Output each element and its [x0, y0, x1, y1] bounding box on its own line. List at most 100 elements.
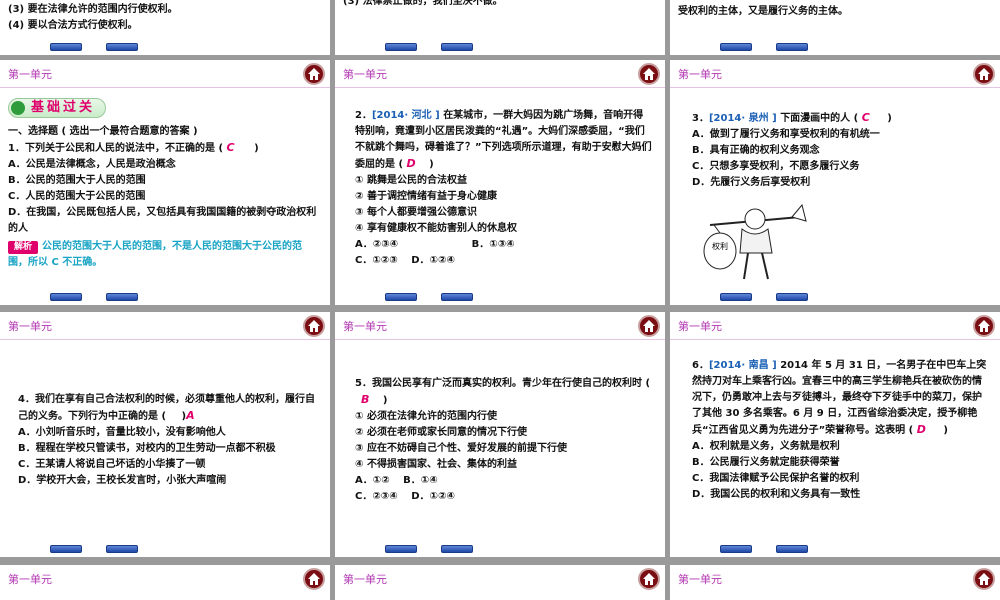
option-d: D．先履行义务后享受权利	[692, 177, 811, 188]
option-c: C．人民的范围大于公民的范围	[8, 191, 146, 202]
prev-button[interactable]	[385, 545, 417, 553]
slide-bottom-left: 第一单元	[0, 565, 330, 600]
unit-label: 第一单元	[343, 573, 387, 586]
option-a: A．权利就是义务，义务就是权利	[692, 441, 840, 452]
explanation-text: 公民的范围大于人民的范围，不是人民的范围大于公民的范围，所以 C 不正确。	[8, 241, 303, 268]
prev-button[interactable]	[50, 43, 82, 51]
divider	[670, 339, 1000, 340]
option-a: A．公民是法律概念，人民是政治概念	[8, 159, 176, 170]
next-button[interactable]	[106, 293, 138, 301]
home-icon	[978, 320, 990, 332]
next-button[interactable]	[776, 43, 808, 51]
slide-nav	[385, 545, 473, 553]
divider	[670, 87, 1000, 88]
unit-label: 第一单元	[343, 68, 387, 81]
slide-nav	[50, 293, 138, 301]
home-icon	[643, 320, 655, 332]
prev-button[interactable]	[720, 545, 752, 553]
home-icon	[978, 68, 990, 80]
question-source: [2014· 泉州 ]	[708, 113, 777, 124]
slide-q3: 第一单元 3．[2014· 泉州 ] 下面漫画中的人 ( C ) A．做到了履行…	[670, 60, 1000, 305]
choices-row-2: C．②③④ D．①②④	[355, 489, 653, 505]
option-b: B．公民履行义务就定能获得荣誉	[692, 457, 840, 468]
option-c: C．王某请人将说自己坏话的小华揍了一顿	[18, 459, 206, 470]
prev-button[interactable]	[50, 545, 82, 553]
home-icon	[308, 573, 320, 585]
badge-label: 基础过关	[31, 100, 96, 115]
slide-bottom-right: 第一单元	[670, 565, 1000, 600]
bag-label: 权利	[712, 241, 728, 251]
next-button[interactable]	[441, 293, 473, 301]
divider	[0, 339, 330, 340]
question-6: 6．[2014· 南昌 ] 2014 年 5 月 31 日，一名男子在中巴车上突…	[692, 358, 988, 439]
home-button[interactable]	[973, 568, 995, 590]
home-button[interactable]	[638, 568, 660, 590]
choices-row-1: A．②③④ B．①③④	[355, 237, 653, 253]
divider	[335, 87, 665, 88]
choice-c: C．①②③	[355, 255, 398, 266]
next-button[interactable]	[106, 545, 138, 553]
statement-3: ③ 每个人都要增强公德意识	[355, 207, 477, 218]
unit-label: 第一单元	[678, 320, 722, 333]
option-d: D．学校开大会，王校长发言时，小张大声喧闹	[18, 475, 227, 486]
cartoon-image: 权利	[703, 203, 807, 280]
home-button[interactable]	[638, 315, 660, 337]
answer: C	[226, 141, 235, 154]
slide-q1: 第一单元 基础过关 一、选择题 ( 选出一个最符合题意的答案 ) 1．下列关于公…	[0, 60, 330, 305]
slide-nav	[50, 43, 138, 51]
option-a: A．做到了履行义务和享受权利的有机统一	[692, 129, 880, 140]
unit-label: 第一单元	[678, 68, 722, 81]
answer: D	[406, 157, 416, 170]
top-right-line-1: 受权利的主体，又是履行义务的主体。	[678, 6, 848, 17]
unit-label: 第一单元	[8, 573, 52, 586]
option-b: B．程程在学校只管读书，对校内的卫生劳动一点都不积极	[18, 443, 276, 454]
home-button[interactable]	[303, 568, 325, 590]
prev-button[interactable]	[385, 293, 417, 301]
choice-b: B．①④	[403, 475, 438, 486]
next-button[interactable]	[106, 43, 138, 51]
slide-top-mid: (3) 法律禁止做的，我们坚决不做。	[335, 0, 665, 55]
answer: C	[861, 111, 870, 124]
top-left-line-1: (3) 要在法律允许的范围内行使权利。	[8, 4, 178, 15]
choice-b: B．①③④	[471, 239, 515, 250]
question-end: )	[429, 159, 434, 170]
question-end: )	[382, 395, 388, 406]
section-badge: 基础过关	[8, 98, 107, 118]
question-text: 4．我们在享有自己合法权利的时候，必须尊重他人的权利，履行自己的义务。下列行为中…	[18, 394, 315, 422]
prev-button[interactable]	[720, 43, 752, 51]
prev-button[interactable]	[720, 293, 752, 301]
choice-d: D．①②④	[411, 255, 455, 266]
divider	[0, 87, 330, 88]
statement-2: ② 必须在老师或家长同意的情况下行使	[355, 427, 527, 438]
home-icon	[308, 68, 320, 80]
statement-1: ① 必须在法律允许的范围内行使	[355, 411, 497, 422]
unit-label: 第一单元	[678, 573, 722, 586]
question-end: )	[943, 425, 948, 436]
home-button[interactable]	[303, 315, 325, 337]
home-button[interactable]	[303, 63, 325, 85]
top-left-line-2: (4) 要以合法方式行使权利。	[8, 20, 138, 31]
home-button[interactable]	[638, 63, 660, 85]
slide-nav	[50, 545, 138, 553]
next-button[interactable]	[776, 293, 808, 301]
unit-label: 第一单元	[8, 68, 52, 81]
explanation-label: 解析	[8, 241, 39, 254]
slide-q6: 第一单元 6．[2014· 南昌 ] 2014 年 5 月 31 日，一名男子在…	[670, 312, 1000, 557]
question-2: 2．[2014· 河北 ] 在某城市，一群大妈因为跳广场舞，音响开得特别响，竟遭…	[355, 108, 653, 173]
question-5: 5．我国公民享有广泛而真实的权利。青少年在行使自己的权利时 ( B )	[355, 376, 653, 409]
question-3: 3．[2014· 泉州 ] 下面漫画中的人 ( C )	[692, 110, 988, 127]
slide-top-left: (3) 要在法律允许的范围内行使权利。 (4) 要以合法方式行使权利。	[0, 0, 330, 55]
next-button[interactable]	[441, 43, 473, 51]
prev-button[interactable]	[50, 293, 82, 301]
question-1: 1．下列关于公民和人民的说法中，不正确的是 ( C )	[8, 140, 318, 157]
option-b: B．公民的范围大于人民的范围	[8, 175, 146, 186]
next-button[interactable]	[776, 545, 808, 553]
home-button[interactable]	[973, 63, 995, 85]
home-button[interactable]	[973, 315, 995, 337]
question-number: 2．	[355, 110, 372, 121]
divider	[335, 339, 665, 340]
statement-1: ① 跳舞是公民的合法权益	[355, 175, 467, 186]
prev-button[interactable]	[385, 43, 417, 51]
next-button[interactable]	[441, 545, 473, 553]
choice-a: A．②③④	[355, 239, 399, 250]
